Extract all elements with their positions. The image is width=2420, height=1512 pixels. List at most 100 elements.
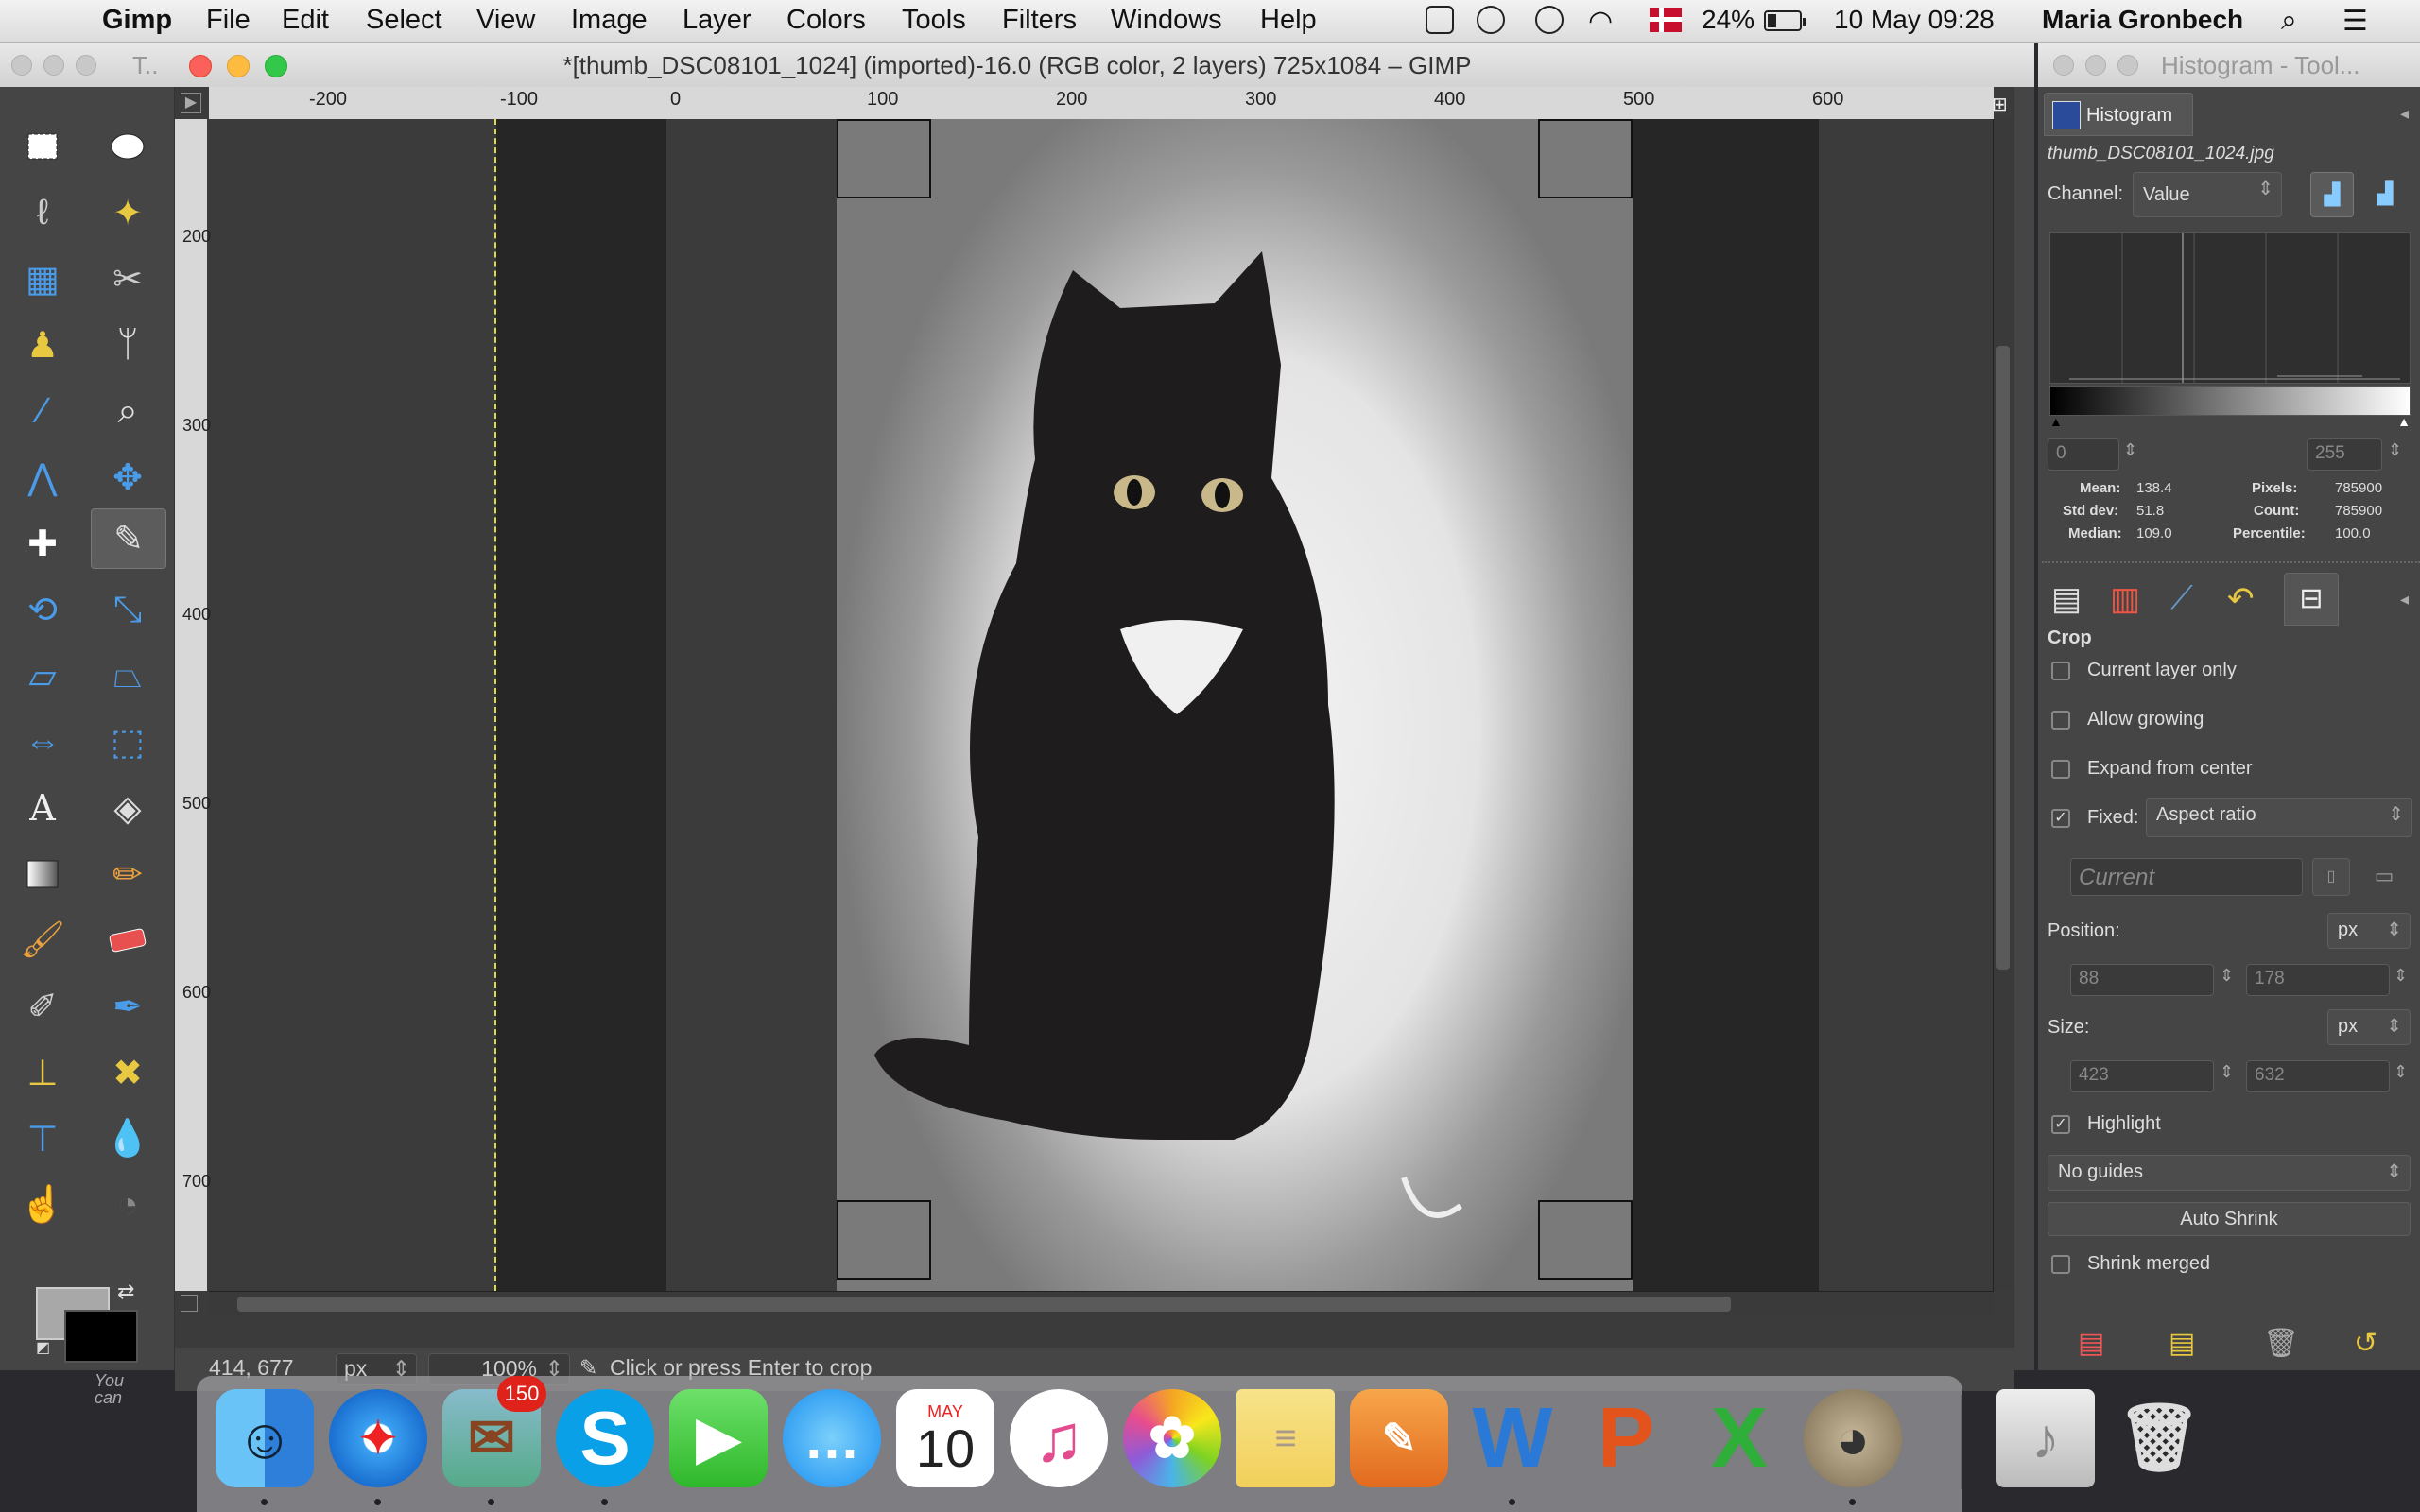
size-height-stepper[interactable]: ⇕ [2394, 1062, 2408, 1082]
position-x-stepper[interactable]: ⇕ [2220, 966, 2234, 986]
size-width-stepper[interactable]: ⇕ [2220, 1062, 2234, 1082]
zoom-to-fit-icon[interactable] [181, 1295, 198, 1312]
guides-select[interactable]: No guides [2048, 1155, 2411, 1191]
ellipse-select-tool[interactable] [102, 121, 153, 172]
panel-close-button[interactable] [2053, 55, 2074, 76]
position-y-stepper[interactable]: ⇕ [2394, 966, 2408, 986]
paths-tab-icon[interactable]: ⟋ [2170, 580, 2214, 624]
bucket-fill-tool[interactable]: ◈ [102, 782, 153, 833]
layers-tab-icon[interactable]: ▤ [2051, 580, 2095, 624]
finder-icon[interactable]: ☺ [216, 1389, 314, 1487]
cage-transform-tool[interactable]: ⬚ [102, 716, 153, 767]
trash-icon[interactable]: 🗑 [2110, 1389, 2208, 1487]
delete-options-icon[interactable]: 🗑 [2263, 1327, 2299, 1360]
menu-file[interactable]: File [206, 5, 251, 36]
keyboard-flag-icon[interactable] [1650, 8, 1682, 32]
crop-handle-top-right[interactable] [1538, 119, 1633, 198]
crop-handle-bottom-right[interactable] [1538, 1200, 1633, 1280]
ink-tool[interactable]: ✒ [102, 981, 153, 1032]
shrink-merged-checkbox[interactable] [2051, 1255, 2070, 1274]
horizontal-scroll-thumb[interactable] [237, 1297, 1731, 1312]
select-by-color-tool[interactable]: ▦ [17, 253, 68, 304]
pages-icon[interactable]: ✎ [1350, 1389, 1448, 1487]
fixed-mode-select[interactable]: Aspect ratio [2146, 798, 2412, 837]
scissors-select-tool[interactable]: ✂ [102, 253, 153, 304]
range-high-input[interactable]: 255 [2307, 438, 2382, 471]
crop-handle-bottom-left[interactable] [837, 1200, 931, 1280]
perspective-tool[interactable]: ⏢ [102, 650, 153, 701]
calendar-icon[interactable]: MAY 10 [896, 1389, 994, 1487]
tool-options-tab-icon[interactable]: ⊟ [2284, 573, 2339, 626]
notes-icon[interactable]: ≡ [1236, 1389, 1335, 1487]
foreground-select-tool[interactable]: ♟ [17, 319, 68, 370]
histogram-gradient-bar[interactable] [2049, 386, 2411, 416]
gimp-icon[interactable]: ◕ [1804, 1389, 1902, 1487]
checklist-icon[interactable] [1426, 6, 1454, 34]
size-height-input[interactable]: 632 [2246, 1060, 2390, 1092]
vertical-ruler[interactable]: 200 300 400 500 600 700 [175, 119, 211, 1291]
time-machine-icon[interactable] [1477, 6, 1505, 34]
panel-zoom-button[interactable] [2118, 55, 2138, 76]
landscape-orientation-button[interactable]: ▭ [2365, 858, 2403, 896]
reset-options-icon[interactable]: ↺ [2354, 1327, 2377, 1360]
default-colors-icon[interactable]: ◩ [36, 1338, 50, 1357]
menu-windows[interactable]: Windows [1111, 5, 1222, 36]
itunes-icon[interactable]: ♫ [1010, 1389, 1108, 1487]
notification-center-icon[interactable]: ☰ [2342, 5, 2368, 38]
panel-separator[interactable] [2042, 561, 2420, 565]
skype-icon[interactable]: S [556, 1389, 654, 1487]
photos-icon[interactable]: ✿ [1123, 1389, 1221, 1487]
save-options-icon[interactable]: ▤ [2078, 1327, 2104, 1360]
text-tool[interactable]: A [17, 782, 68, 833]
powerpoint-icon[interactable]: P [1577, 1389, 1675, 1487]
navigate-icon[interactable]: ⊞ [1992, 93, 2013, 115]
fuzzy-select-tool[interactable]: ✦ [102, 187, 153, 238]
wifi-icon[interactable]: ◠ [1588, 5, 1613, 38]
fixed-checkbox[interactable]: ✓ [2051, 809, 2070, 828]
range-start-handle[interactable]: ▲ [2049, 414, 2063, 429]
highlight-checkbox[interactable]: ✓ [2051, 1115, 2070, 1134]
image-canvas[interactable] [837, 119, 1633, 1291]
size-width-input[interactable]: 423 [2070, 1060, 2214, 1092]
range-low-stepper[interactable]: ⇕ [2123, 440, 2137, 460]
paths-tool[interactable]: ᛘ [102, 319, 153, 370]
aspect-ratio-input[interactable]: Current [2070, 858, 2303, 896]
histogram-graph[interactable] [2049, 232, 2411, 384]
flip-tool[interactable]: ⇔ [17, 716, 68, 767]
range-low-input[interactable]: 0 [2048, 438, 2119, 471]
measure-tool[interactable]: ⋀ [17, 452, 68, 503]
menu-layer[interactable]: Layer [683, 5, 752, 36]
align-tool[interactable]: ✚ [17, 518, 68, 569]
word-icon[interactable]: W [1463, 1389, 1562, 1487]
portrait-orientation-button[interactable]: ▯ [2312, 858, 2350, 896]
log-histogram-button[interactable]: ▟ [2363, 172, 2407, 217]
excel-icon[interactable]: X [1690, 1389, 1789, 1487]
allow-growing-checkbox[interactable] [2051, 711, 2070, 730]
menu-tools[interactable]: Tools [902, 5, 966, 36]
position-y-input[interactable]: 178 [2246, 964, 2390, 996]
menu-select[interactable]: Select [366, 5, 442, 36]
range-high-stepper[interactable]: ⇕ [2388, 440, 2402, 460]
auto-shrink-button[interactable]: Auto Shrink [2048, 1202, 2411, 1236]
menu-colors[interactable]: Colors [786, 5, 866, 36]
accessibility-icon[interactable] [1535, 6, 1564, 34]
channels-tab-icon[interactable]: ▥ [2110, 580, 2153, 624]
rect-select-tool[interactable] [17, 121, 68, 172]
free-select-tool[interactable]: ℓ [17, 187, 68, 238]
range-end-handle[interactable]: ▲ [2397, 414, 2411, 429]
clone-tool[interactable]: ⊥ [17, 1047, 68, 1098]
menu-image[interactable]: Image [571, 5, 648, 36]
color-picker-tool[interactable]: ⁄ [17, 386, 68, 437]
menu-view[interactable]: View [476, 5, 535, 36]
position-unit-select[interactable]: px [2327, 913, 2411, 949]
safari-icon[interactable]: ✦ [329, 1389, 427, 1487]
vertical-scrollbar[interactable] [1993, 119, 2014, 1291]
move-tool[interactable]: ✥ [102, 452, 153, 503]
rotate-tool[interactable]: ⟲ [17, 584, 68, 635]
channel-select[interactable]: Value [2133, 172, 2282, 217]
smudge-tool[interactable]: ☝ [17, 1179, 68, 1230]
pencil-tool[interactable]: ✏ [102, 849, 153, 900]
horizontal-ruler[interactable]: -200 -100 0 100 200 300 400 500 600 [209, 87, 1994, 119]
swap-colors-icon[interactable]: ⇄ [117, 1280, 134, 1304]
crop-tool[interactable]: ✎ [91, 508, 166, 569]
